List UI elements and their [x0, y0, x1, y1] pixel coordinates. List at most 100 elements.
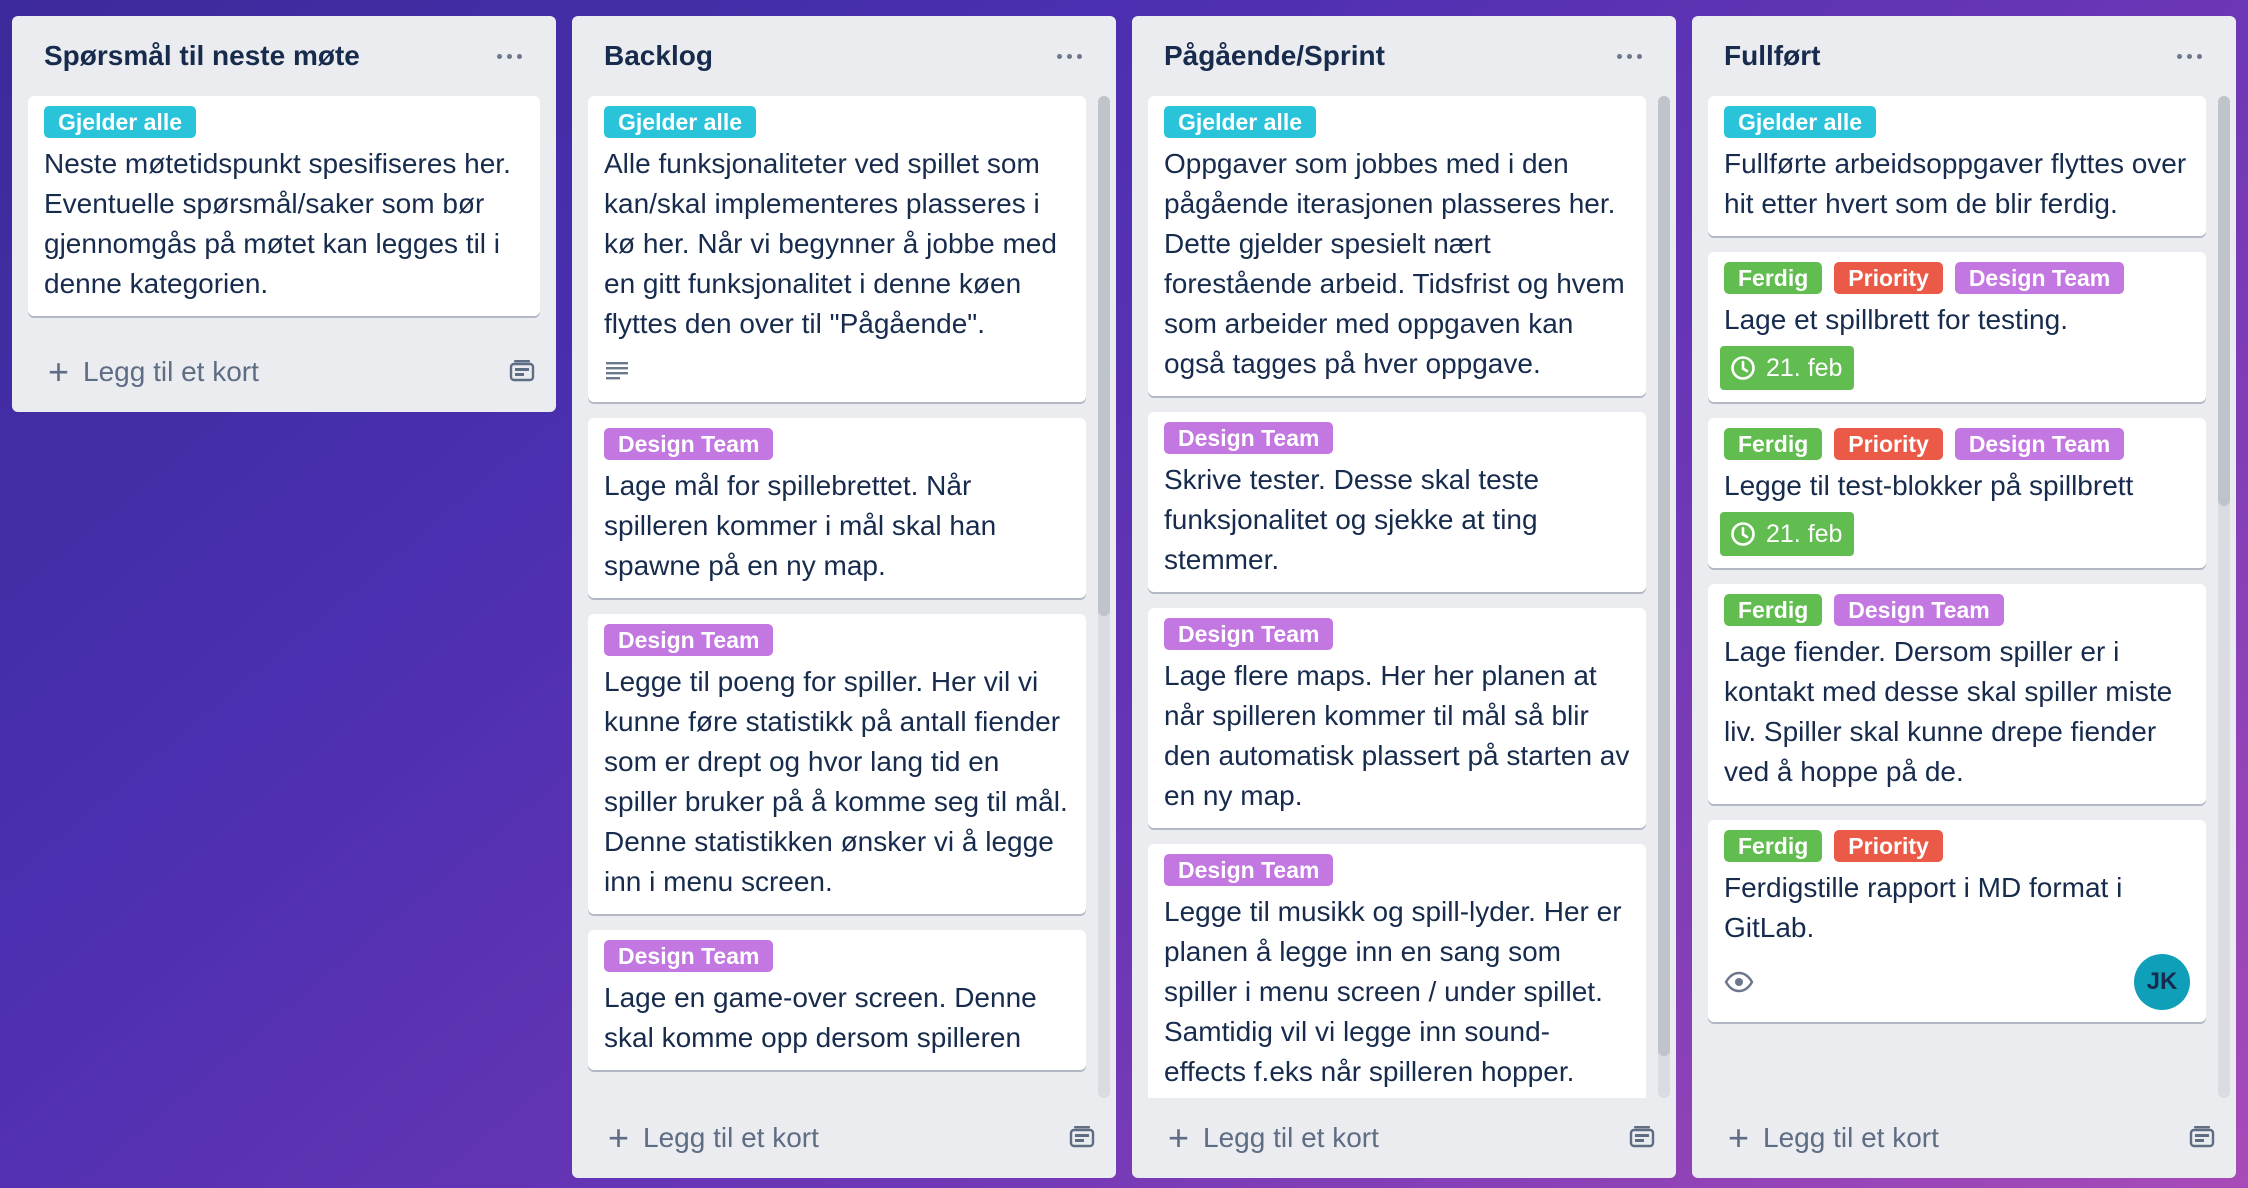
due-date-badge[interactable]: 21. feb	[1720, 512, 1855, 556]
clock-icon	[1731, 356, 1755, 380]
label-ferdig: Ferdig	[1724, 830, 1823, 862]
list-questions: Spørsmål til neste møte Gjelder alle Nes…	[12, 16, 556, 412]
card[interactable]: Design Team Legge til poeng for spiller.…	[588, 614, 1086, 914]
scrollbar-thumb[interactable]	[2218, 96, 2230, 506]
list-footer: + Legg til et kort	[572, 1098, 1116, 1178]
list-footer: + Legg til et kort	[1132, 1098, 1676, 1178]
due-date-text: 21. feb	[1766, 519, 1843, 548]
card-title: Lage mål for spillebrettet. Når spillere…	[604, 470, 997, 581]
label-ferdig: Ferdig	[1724, 428, 1823, 460]
more-options-icon[interactable]	[2169, 46, 2210, 67]
card[interactable]: Ferdig Priority Design Team Legge til te…	[1708, 418, 2206, 568]
label-design-team: Design Team	[1954, 428, 2125, 460]
label-priority: Priority	[1834, 830, 1943, 862]
add-card-button[interactable]: + Legg til et kort	[1168, 1120, 1379, 1156]
card-labels: Ferdig Priority Design Team	[1724, 262, 2190, 294]
list-header[interactable]: Backlog	[572, 16, 1116, 96]
card-template-icon[interactable]	[2188, 1125, 2216, 1151]
card-title: Lage flere maps. Her her planen at når s…	[1164, 660, 1630, 811]
scrollbar-thumb[interactable]	[1658, 96, 1670, 1056]
card-template-icon[interactable]	[508, 359, 536, 385]
add-card-button[interactable]: + Legg til et kort	[1728, 1120, 1939, 1156]
list-in-progress: Pågående/Sprint Gjelder alle Oppgaver so…	[1132, 16, 1676, 1178]
card-badges	[604, 350, 1070, 390]
card-labels: Design Team	[1164, 618, 1630, 650]
card-badges: 21. feb	[1720, 346, 2190, 390]
card-title: Legge til test-blokker på spillbrett	[1724, 470, 2134, 501]
list-title[interactable]: Fullført	[1724, 40, 1820, 72]
card[interactable]: Ferdig Priority Ferdigstille rapport i M…	[1708, 820, 2206, 1022]
card-badges: 21. feb	[1720, 512, 2190, 556]
due-date-badge[interactable]: 21. feb	[1720, 346, 1855, 390]
card-list: Gjelder alle Oppgaver som jobbes med i d…	[1148, 96, 1646, 1098]
label-design-team: Design Team	[1954, 262, 2125, 294]
label-priority: Priority	[1834, 262, 1943, 294]
card-title: Alle funksjonaliteter ved spillet som ka…	[604, 148, 1057, 339]
list-title[interactable]: Spørsmål til neste møte	[44, 40, 360, 72]
label-design-team: Design Team	[1164, 618, 1334, 650]
plus-icon: +	[1168, 1117, 1190, 1158]
card-template-icon[interactable]	[1628, 1125, 1656, 1151]
card[interactable]: Gjelder alle Fullførte arbeidsoppgaver f…	[1708, 96, 2206, 236]
list-title[interactable]: Pågående/Sprint	[1164, 40, 1385, 72]
label-design-team: Design Team	[1164, 854, 1334, 886]
member-avatar[interactable]: JK	[2134, 954, 2190, 1010]
add-card-label: Legg til et kort	[1763, 1122, 1939, 1153]
card-list: Gjelder alle Alle funksjonaliteter ved s…	[588, 96, 1086, 1070]
card-labels: Gjelder alle	[1724, 106, 2190, 138]
card[interactable]: Design Team Lage flere maps. Her her pla…	[1148, 608, 1646, 828]
scrollbar[interactable]	[2218, 96, 2230, 1098]
list-header[interactable]: Spørsmål til neste møte	[12, 16, 556, 96]
card[interactable]: Design Team Lage mål for spillebrettet. …	[588, 418, 1086, 598]
card-title: Skrive tester. Desse skal teste funksjon…	[1164, 464, 1540, 575]
scrollbar-thumb[interactable]	[1098, 96, 1110, 616]
list-header[interactable]: Pågående/Sprint	[1132, 16, 1676, 96]
more-options-icon[interactable]	[1049, 46, 1090, 67]
watching-eye-icon	[1724, 962, 1754, 1002]
cards-container: Gjelder alle Neste møtetidspunkt spesifi…	[12, 96, 556, 332]
plus-icon: +	[608, 1117, 630, 1158]
card[interactable]: Gjelder alle Alle funksjonaliteter ved s…	[588, 96, 1086, 402]
cards-container: Gjelder alle Oppgaver som jobbes med i d…	[1132, 96, 1676, 1098]
cards-container: Gjelder alle Fullførte arbeidsoppgaver f…	[1692, 96, 2236, 1098]
card[interactable]: Gjelder alle Neste møtetidspunkt spesifi…	[28, 96, 540, 316]
scrollbar[interactable]	[1658, 96, 1670, 1098]
list-footer: + Legg til et kort	[1692, 1098, 2236, 1178]
list-header[interactable]: Fullført	[1692, 16, 2236, 96]
card-list: Gjelder alle Fullførte arbeidsoppgaver f…	[1708, 96, 2206, 1022]
card-title: Ferdigstille rapport i MD format i GitLa…	[1724, 872, 2123, 943]
scrollbar[interactable]	[1098, 96, 1110, 1098]
label-ferdig: Ferdig	[1724, 594, 1823, 626]
card[interactable]: Ferdig Design Team Lage fiender. Dersom …	[1708, 584, 2206, 804]
card-labels: Gjelder alle	[1164, 106, 1630, 138]
add-card-label: Legg til et kort	[1203, 1122, 1379, 1153]
card-title: Neste møtetidspunkt spesifiseres her. Ev…	[44, 148, 511, 299]
card-title: Oppgaver som jobbes med i den pågående i…	[1164, 148, 1625, 379]
card-labels: Design Team	[1164, 854, 1630, 886]
card-labels: Gjelder alle	[44, 106, 524, 138]
add-card-button[interactable]: + Legg til et kort	[608, 1120, 819, 1156]
card[interactable]: Gjelder alle Oppgaver som jobbes med i d…	[1148, 96, 1646, 396]
list-backlog: Backlog Gjelder alle Alle funksjonalitet…	[572, 16, 1116, 1178]
card-labels: Design Team	[604, 940, 1070, 972]
more-options-icon[interactable]	[1609, 46, 1650, 67]
card[interactable]: Design Team Legge til musikk og spill-ly…	[1148, 844, 1646, 1098]
card-badges: JK	[1724, 954, 2190, 1010]
plus-icon: +	[48, 351, 70, 392]
label-ferdig: Ferdig	[1724, 262, 1823, 294]
add-card-button[interactable]: + Legg til et kort	[48, 354, 259, 390]
card-template-icon[interactable]	[1068, 1125, 1096, 1151]
card[interactable]: Ferdig Priority Design Team Lage et spil…	[1708, 252, 2206, 402]
card-title: Fullførte arbeidsoppgaver flyttes over h…	[1724, 148, 2187, 219]
card-title: Lage en game-over screen. Denne skal kom…	[604, 982, 1037, 1053]
card[interactable]: Design Team Skrive tester. Desse skal te…	[1148, 412, 1646, 592]
card-title: Legge til poeng for spiller. Her vil vi …	[604, 666, 1068, 897]
card-labels: Design Team	[604, 428, 1070, 460]
label-design-team: Design Team	[1834, 594, 2004, 626]
card-labels: Design Team	[604, 624, 1070, 656]
list-title[interactable]: Backlog	[604, 40, 713, 72]
card[interactable]: Design Team Lage en game-over screen. De…	[588, 930, 1086, 1070]
card-labels: Ferdig Design Team	[1724, 594, 2190, 626]
more-options-icon[interactable]	[489, 46, 530, 67]
label-design-team: Design Team	[604, 624, 774, 656]
